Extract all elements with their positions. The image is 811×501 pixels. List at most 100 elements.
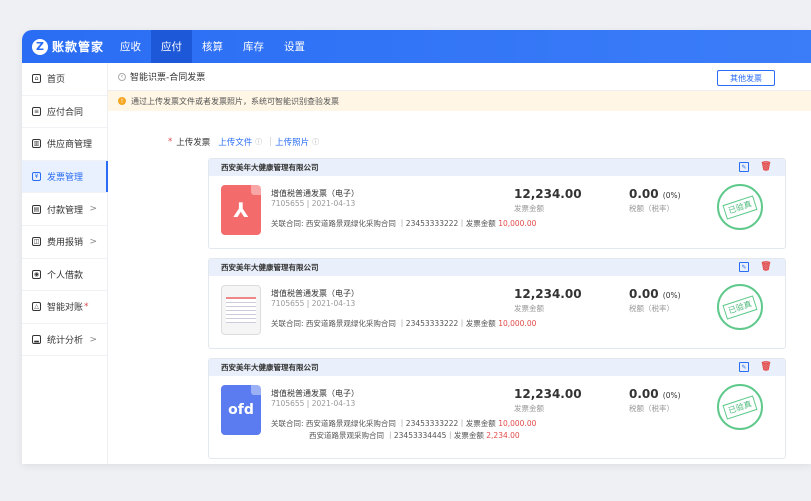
- sidebar-item[interactable]: ⌂ 首页: [22, 63, 107, 96]
- company-name: 西安美年大健康管理有限公司: [221, 363, 319, 372]
- related-text: 西安道路景观绿化采购合同 ｜23453333222｜发票金额: [305, 219, 496, 228]
- related-amount: 10,000.00: [498, 319, 537, 328]
- nav-tab[interactable]: 应收: [110, 30, 151, 63]
- nav-tab[interactable]: 库存: [233, 30, 274, 63]
- related-text: 西安道路景观绿化采购合同 ｜23453333222｜发票金额: [305, 419, 496, 428]
- invoice-title: 增值税普通发票（电子）: [271, 389, 359, 398]
- delete-icon[interactable]: 🗑: [760, 262, 771, 272]
- info-icon[interactable]: ⓘ: [312, 137, 319, 147]
- payment-icon: ▤: [32, 204, 41, 214]
- back-icon[interactable]: ‹: [118, 72, 126, 81]
- expense-icon: ◫: [32, 237, 41, 247]
- invoice-amount: 12,234.00: [514, 287, 582, 301]
- tax-value: 0.00: [629, 387, 659, 401]
- other-invoice-button[interactable]: 其他发票: [717, 70, 775, 86]
- related-amount: 10,000.00: [498, 419, 537, 428]
- invoice-title: 增值税普通发票（电子）: [271, 289, 359, 298]
- upload-separator: |: [269, 137, 273, 147]
- sidebar-item[interactable]: ◫ 费用报销 >: [22, 226, 107, 259]
- chevron-right-icon: >: [89, 334, 97, 345]
- nav-tab[interactable]: 应付: [151, 30, 192, 63]
- sidebar-item[interactable]: △ 智能对账 *: [22, 291, 107, 324]
- tax-label: 税额（税率）: [629, 204, 674, 213]
- sidebar-item[interactable]: ¥ 发票管理: [22, 160, 108, 194]
- related-prefix: 关联合同:: [271, 319, 304, 328]
- breadcrumb: ‹ 智能识票-合同发票 其他发票: [108, 63, 811, 91]
- sidebar-item-label: 统计分析: [47, 336, 84, 347]
- tax-label: 税额（税率）: [629, 404, 674, 413]
- related-prefix: 关联合同:: [271, 219, 304, 228]
- invoice-company: 西安美年大健康管理有限公司 ✎ 🗑: [209, 159, 785, 176]
- supplier-icon: ▥: [32, 139, 41, 149]
- invoice-file-thumbnail[interactable]: ofd: [221, 385, 261, 435]
- delete-icon[interactable]: 🗑: [760, 162, 771, 172]
- invoice-company: 西安美年大健康管理有限公司 ✎ 🗑: [209, 259, 785, 276]
- logo-icon: Z: [32, 38, 48, 55]
- verified-stamp: 已验真: [717, 384, 763, 430]
- new-badge: *: [84, 301, 89, 312]
- sidebar-item-label: 个人借款: [47, 270, 84, 281]
- invoice-amount-label: 发票金额: [514, 404, 544, 413]
- info-icon[interactable]: ⓘ: [255, 137, 262, 147]
- related-contract: 关联合同: 西安道路景观绿化采购合同 ｜23453333222｜发票金额 10,…: [271, 418, 536, 429]
- related-contract: 关联合同: 西安道路景观绿化采购合同 ｜23453333222｜发票金额 10,…: [271, 218, 536, 229]
- invoice-card: 西安美年大健康管理有限公司 ✎ 🗑 ofd 增值税普通发票（电子） 7105655 | 2…: [208, 358, 786, 459]
- sidebar-item[interactable]: ▥ 供应商管理: [22, 128, 107, 161]
- related-contract: 西安道路景观采购合同 ｜23453334445｜发票金额 2,234.00: [309, 430, 520, 441]
- main-content: ‹ 智能识票-合同发票 其他发票 ! 通过上传发票文件或者发票照片，系统可智能识…: [108, 63, 811, 464]
- tax-label: 税额（税率）: [629, 304, 674, 313]
- invoice-card: 西安美年大健康管理有限公司 ✎ 🗑 增值税普通发票（电子） 7105655 | 2021…: [208, 258, 786, 349]
- sidebar-item-label: 首页: [47, 75, 66, 86]
- sidebar-item-label: 付款管理: [47, 205, 84, 216]
- invoice-meta: 7105655 | 2021-04-13: [271, 199, 356, 208]
- nav-tab[interactable]: 核算: [192, 30, 233, 63]
- verified-stamp-text: 已验真: [722, 194, 758, 220]
- sidebar-item[interactable]: ▂ 统计分析 >: [22, 324, 107, 357]
- tax-rate: (0%): [662, 191, 681, 200]
- notice-text: 通过上传发票文件或者发票照片，系统可智能识别查验发票: [131, 96, 339, 106]
- invoice-amount: 12,234.00: [514, 387, 582, 401]
- edit-icon[interactable]: ✎: [739, 362, 749, 372]
- invoice-icon: ¥: [32, 172, 41, 182]
- invoice-file-thumbnail[interactable]: ⅄: [221, 185, 261, 235]
- app-logo[interactable]: Z 账款管家: [22, 38, 110, 55]
- upload-row: * 上传发票 上传文件 ⓘ | 上传照片 ⓘ: [168, 136, 323, 148]
- verified-stamp: 已验真: [717, 284, 763, 330]
- app-title: 账款管家: [52, 40, 105, 54]
- invoice-body: 增值税普通发票（电子） 7105655 | 2021-04-13 关联合同: 西安道…: [209, 276, 785, 348]
- related-text: 西安道路景观绿化采购合同 ｜23453333222｜发票金额: [305, 319, 496, 328]
- invoice-body: ⅄ 增值税普通发票（电子） 7105655 | 2021-04-13 关联合同: 西安…: [209, 176, 785, 248]
- verified-stamp-text: 已验真: [722, 394, 758, 420]
- related-prefix: 关联合同:: [271, 419, 304, 428]
- sidebar-item[interactable]: ◉ 个人借款: [22, 259, 107, 292]
- tax-amount: 0.00 (0%): [629, 387, 681, 401]
- verified-stamp: 已验真: [717, 184, 763, 230]
- ofd-label: ofd: [228, 402, 254, 418]
- contract-icon: ≡: [32, 106, 41, 116]
- invoice-card: 西安美年大健康管理有限公司 ✎ 🗑 ⅄ 增值税普通发票（电子） 7105655 | 202…: [208, 158, 786, 249]
- tax-amount: 0.00 (0%): [629, 287, 681, 301]
- nav-tab[interactable]: 设置: [274, 30, 315, 63]
- chevron-right-icon: >: [89, 236, 97, 247]
- invoice-body: ofd 增值税普通发票（电子） 7105655 | 2021-04-13 关联合同: …: [209, 376, 785, 458]
- related-contract: 关联合同: 西安道路景观绿化采购合同 ｜23453333222｜发票金额 10,…: [271, 318, 536, 329]
- sidebar-item-label: 应付合同: [47, 107, 84, 118]
- edit-icon[interactable]: ✎: [739, 262, 749, 272]
- invoice-file-thumbnail[interactable]: [221, 285, 261, 335]
- invoice-meta: 7105655 | 2021-04-13: [271, 399, 356, 408]
- edit-icon[interactable]: ✎: [739, 162, 749, 172]
- company-name: 西安美年大健康管理有限公司: [221, 163, 319, 172]
- sidebar-item[interactable]: ▤ 付款管理 >: [22, 193, 107, 226]
- pdf-icon: ⅄: [233, 198, 249, 222]
- related-text: 西安道路景观采购合同 ｜23453334445｜发票金额: [309, 431, 484, 440]
- top-nav: 应收 应付 核算 库存 设置: [110, 30, 315, 63]
- invoice-amount-label: 发票金额: [514, 204, 544, 213]
- loan-icon: ◉: [32, 269, 41, 279]
- tax-rate: (0%): [662, 291, 681, 300]
- upload-photo-link[interactable]: 上传照片: [275, 136, 309, 148]
- sidebar-item[interactable]: ≡ 应付合同: [22, 96, 107, 129]
- upload-file-link[interactable]: 上传文件: [218, 136, 252, 148]
- delete-icon[interactable]: 🗑: [760, 362, 771, 372]
- invoice-list: 西安美年大健康管理有限公司 ✎ 🗑 ⅄ 增值税普通发票（电子） 7105655 | 202…: [208, 158, 786, 464]
- chevron-right-icon: >: [89, 204, 97, 215]
